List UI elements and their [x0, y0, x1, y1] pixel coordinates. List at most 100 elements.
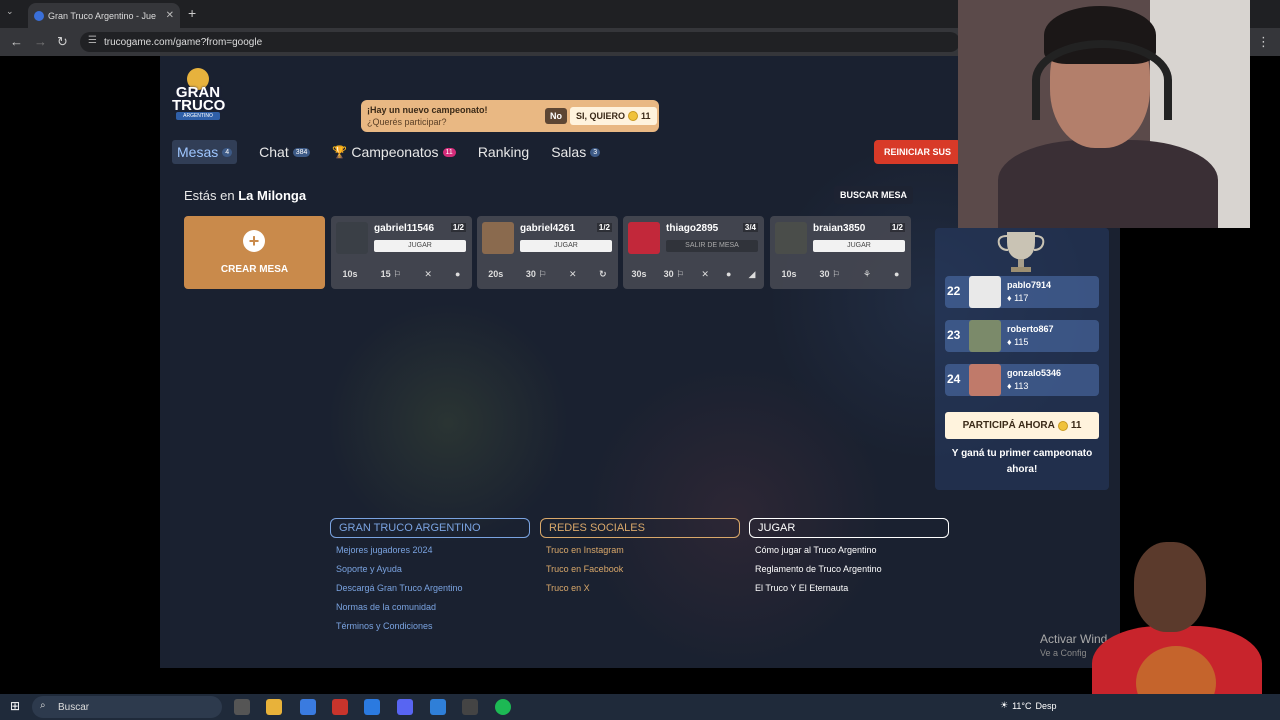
- tab-campeonatos[interactable]: 🏆 Campeonatos 11: [332, 140, 456, 164]
- avatar: [969, 364, 1001, 396]
- ranking-points: ♦ 115: [1007, 337, 1029, 347]
- ranking-points: ♦ 113: [1007, 381, 1029, 391]
- avatar: [628, 222, 660, 254]
- restart-button[interactable]: REINICIAR SUS: [874, 140, 962, 164]
- forward-icon[interactable]: →: [34, 34, 47, 49]
- championship-promo: ¡Hay un nuevo campeonato! ¿Querés partic…: [361, 100, 659, 132]
- mesa-settings: 30s 30 ⚐ ✕ ● ◢: [623, 264, 764, 284]
- ranking-row[interactable]: 24 gonzalo5346 ♦ 113: [945, 364, 1099, 396]
- mesa-player-count: 1/2: [596, 223, 612, 232]
- mesa-player-count: 1/2: [889, 223, 905, 232]
- taskbar-search-input[interactable]: ⌕ Buscar: [32, 696, 222, 718]
- file-explorer-icon[interactable]: [266, 699, 282, 715]
- tab-mesas[interactable]: Mesas 4: [172, 140, 238, 164]
- gran-truco-logo[interactable]: GRAN TRUCO ARGENTINO: [172, 68, 225, 124]
- refresh-icon: ↻: [599, 268, 607, 279]
- footer-link[interactable]: Normas de la comunidad: [330, 602, 530, 614]
- tab-close-icon[interactable]: ✕: [166, 10, 174, 21]
- chat-bubble-icon: ●: [894, 269, 900, 279]
- url-text: trucogame.com/game?from=google: [104, 36, 263, 48]
- footer-link[interactable]: Reglamento de Truco Argentino: [749, 564, 949, 576]
- mesa-player-name: gabriel4261: [520, 223, 576, 234]
- footer-link[interactable]: Descargá Gran Truco Argentino: [330, 583, 530, 595]
- promo-yes-button[interactable]: SI, QUIERO 11: [570, 107, 657, 125]
- task-view-icon[interactable]: [234, 699, 250, 715]
- plus-icon: +: [243, 230, 265, 252]
- ranking-points-value: 117: [1014, 293, 1029, 303]
- ranking-row[interactable]: 22 pablo7914 ♦ 117: [945, 276, 1099, 308]
- mesa-points: 30 ⚐: [525, 268, 547, 279]
- store-icon[interactable]: [430, 699, 446, 715]
- footer-link[interactable]: Mejores jugadores 2024: [330, 545, 530, 557]
- campeonatos-badge: 11: [442, 147, 456, 157]
- ranking-row[interactable]: 23 roberto867 ♦ 115: [945, 320, 1099, 352]
- mesas-badge: 4: [222, 147, 233, 157]
- tab-title: Gran Truco Argentino - Jue: [48, 10, 157, 21]
- new-tab-button[interactable]: +: [188, 5, 196, 21]
- search-icon: ⌕: [40, 700, 46, 711]
- avatar: [969, 276, 1001, 308]
- jugar-button[interactable]: JUGAR: [374, 240, 466, 252]
- footer-link[interactable]: Soporte y Ayuda: [330, 564, 530, 576]
- chrome-icon[interactable]: [300, 699, 316, 715]
- obs-icon[interactable]: [462, 699, 478, 715]
- footer-link[interactable]: Truco en X: [540, 583, 740, 595]
- ranking-name: roberto867: [1007, 324, 1054, 334]
- mesa-points: 30 ⚐: [663, 268, 685, 279]
- ranking-points: ♦ 117: [1007, 293, 1029, 303]
- windows-start-icon[interactable]: ⊞: [10, 700, 22, 712]
- participa-ahora-button[interactable]: PARTICIPÁ AHORA 11: [945, 412, 1099, 439]
- promo-title: ¡Hay un nuevo campeonato!: [367, 105, 488, 115]
- footer-link[interactable]: Cómo jugar al Truco Argentino: [749, 545, 949, 557]
- weather-desc: Desp: [1035, 700, 1057, 711]
- tab-chat[interactable]: Chat 384: [259, 140, 311, 164]
- footer-link[interactable]: Truco en Facebook: [540, 564, 740, 576]
- logo-word: GRAN TRUCO: [172, 85, 225, 113]
- back-icon[interactable]: ←: [10, 34, 23, 49]
- weather-temp: 11°C: [1012, 700, 1032, 711]
- calendar-icon[interactable]: [364, 699, 380, 715]
- footer-link[interactable]: El Truco Y El Eternauta: [749, 583, 949, 595]
- reload-icon[interactable]: ↻: [57, 34, 68, 50]
- room-name: La Milonga: [238, 188, 307, 203]
- mesa-player-name: gabriel11546: [374, 223, 435, 234]
- site-info-icon[interactable]: ☰: [88, 35, 97, 46]
- promo-yes-count: 11: [641, 111, 651, 121]
- main-nav: Mesas 4 Chat 384 🏆 Campeonatos 11 Rankin…: [172, 140, 622, 164]
- spotify-icon[interactable]: [495, 699, 511, 715]
- trophy-icon: 🏆: [332, 145, 348, 159]
- promo-no-button[interactable]: No: [545, 108, 567, 124]
- mesa-settings: 20s 30 ⚐ ✕ ↻: [477, 264, 618, 284]
- tab-salas[interactable]: Salas 3: [551, 140, 601, 164]
- avatar: [482, 222, 514, 254]
- jugar-button[interactable]: JUGAR: [520, 240, 612, 252]
- tab-mesas-label: Mesas: [177, 144, 219, 160]
- discord-icon[interactable]: [397, 699, 413, 715]
- where-prefix: Estás en: [184, 188, 235, 203]
- mesa-card: braian3850 1/2 JUGAR 10s 30 ⚐ ⚘ ●: [770, 216, 911, 289]
- participa-count: 11: [1070, 420, 1082, 431]
- ranking-position: 23: [947, 328, 961, 342]
- no-flor-icon: ✕: [569, 268, 577, 279]
- footer-link[interactable]: Términos y Condiciones: [330, 621, 530, 633]
- browser-tab[interactable]: Gran Truco Argentino - Jue ✕: [28, 3, 180, 28]
- tab-ranking[interactable]: Ranking: [478, 140, 529, 164]
- avatar: [775, 222, 807, 254]
- app-icon[interactable]: [332, 699, 348, 715]
- salas-badge: 3: [590, 147, 601, 157]
- url-input[interactable]: ☰ trucogame.com/game?from=google: [80, 32, 960, 52]
- crear-mesa-button[interactable]: + CREAR MESA: [184, 216, 325, 289]
- tab-search-icon[interactable]: ⌄: [6, 6, 14, 17]
- headset-icon: [1032, 40, 1172, 120]
- footer-link[interactable]: Truco en Instagram: [540, 545, 740, 557]
- browser-menu-icon[interactable]: ⋮: [1257, 34, 1270, 50]
- ranking-points-value: 115: [1014, 337, 1029, 347]
- trophy-cup-icon: [997, 232, 1045, 272]
- webcam-person-body: [998, 140, 1218, 228]
- weather-widget[interactable]: ☀ 11°C Desp: [1000, 700, 1057, 711]
- salir-de-mesa-button[interactable]: SALIR DE MESA: [666, 240, 758, 252]
- buscar-mesa-button[interactable]: BUSCAR MESA: [834, 186, 914, 204]
- jugar-button[interactable]: JUGAR: [813, 240, 905, 252]
- avatar: [336, 222, 368, 254]
- footer-heading: REDES SOCIALES: [540, 518, 740, 538]
